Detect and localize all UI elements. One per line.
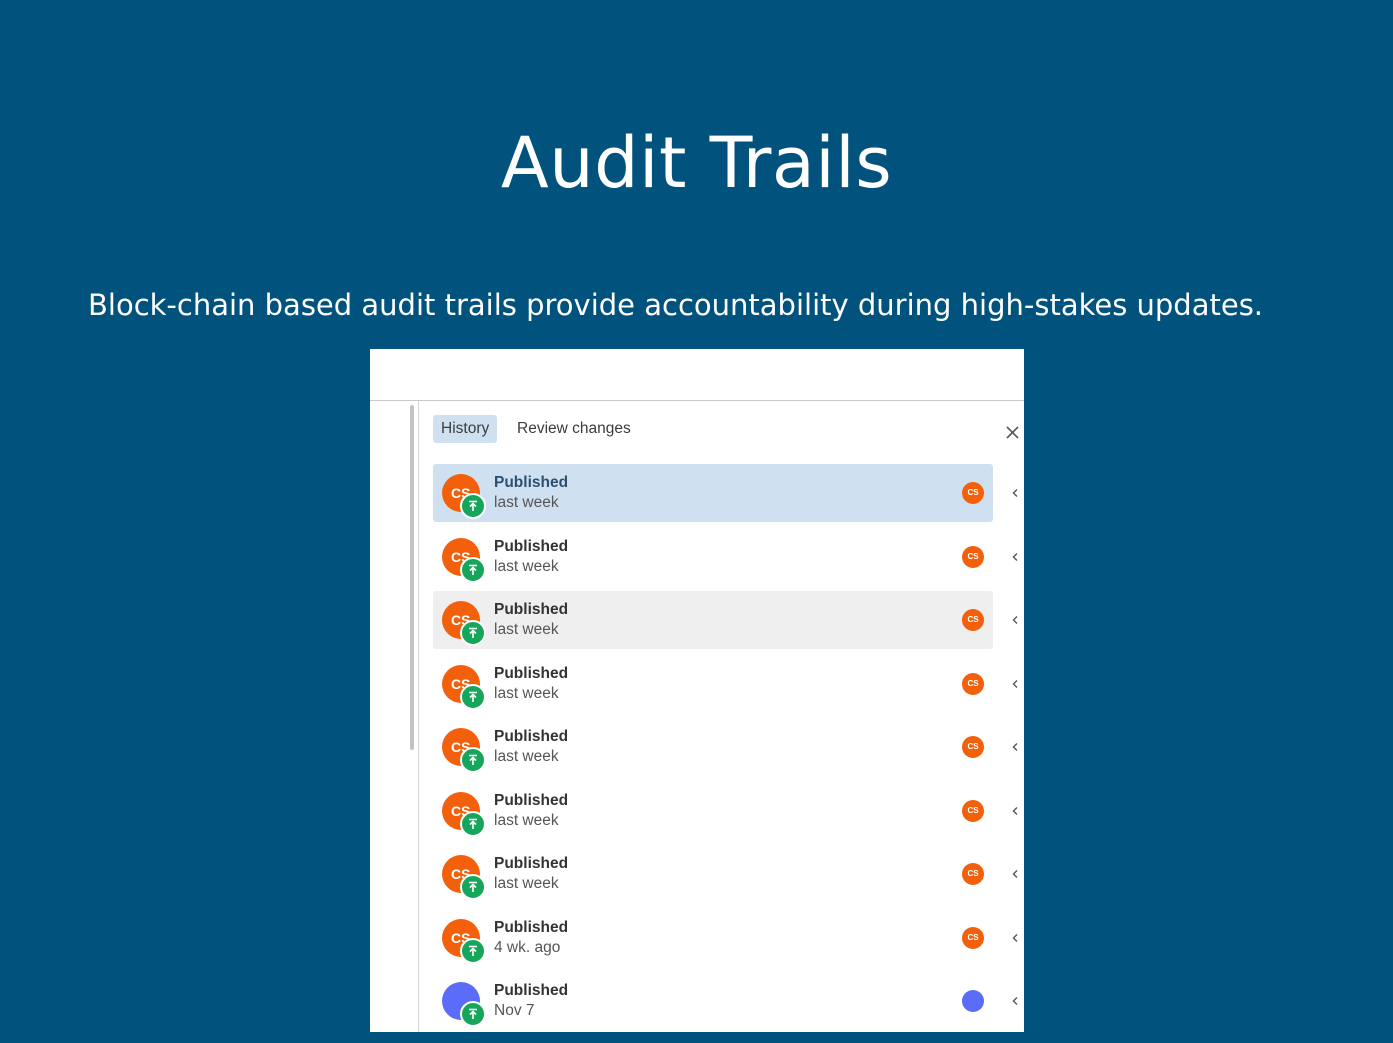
history-row[interactable]: CS Published last week CS bbox=[433, 591, 1024, 649]
author-avatar: CS bbox=[962, 673, 984, 695]
panel-divider bbox=[418, 401, 419, 1032]
chevron-left-icon[interactable] bbox=[1008, 549, 1022, 565]
avatar: CS bbox=[442, 665, 486, 710]
publish-arrow-icon bbox=[460, 620, 486, 646]
scrollbar[interactable] bbox=[410, 405, 414, 750]
chevron-left-icon[interactable] bbox=[1008, 866, 1022, 882]
slide-subtitle: Block-chain based audit trails provide a… bbox=[88, 288, 1264, 322]
publish-arrow-icon bbox=[460, 747, 486, 773]
publish-arrow-icon bbox=[460, 811, 486, 837]
history-row[interactable]: Published Nov 7 bbox=[433, 972, 1024, 1030]
publish-arrow-icon bbox=[460, 874, 486, 900]
history-row[interactable]: CS Published last week CS bbox=[433, 845, 1024, 903]
close-icon[interactable] bbox=[1002, 422, 1024, 444]
chevron-left-icon[interactable] bbox=[1008, 739, 1022, 755]
row-title: Published bbox=[494, 665, 569, 682]
row-timestamp: last week bbox=[494, 875, 559, 892]
panel-toolbar bbox=[370, 349, 1024, 401]
publish-arrow-icon bbox=[460, 557, 486, 583]
tab-review-changes[interactable]: Review changes bbox=[509, 415, 639, 443]
author-avatar: CS bbox=[962, 736, 984, 758]
tab-history[interactable]: History bbox=[433, 415, 498, 443]
publish-arrow-icon bbox=[460, 1001, 486, 1027]
row-title: Published bbox=[494, 855, 569, 872]
author-avatar: CS bbox=[962, 482, 984, 504]
author-avatar bbox=[962, 990, 984, 1012]
row-timestamp: last week bbox=[494, 558, 559, 575]
avatar: CS bbox=[442, 792, 486, 837]
row-title: Published bbox=[494, 982, 569, 999]
row-timestamp: last week bbox=[494, 621, 559, 638]
avatar: CS bbox=[442, 919, 486, 964]
row-timestamp: Nov 7 bbox=[494, 1002, 535, 1019]
row-timestamp: last week bbox=[494, 812, 559, 829]
publish-arrow-icon bbox=[460, 684, 486, 710]
avatar: CS bbox=[442, 728, 486, 773]
author-avatar: CS bbox=[962, 863, 984, 885]
history-row[interactable]: CS Published last week CS bbox=[433, 782, 1024, 840]
avatar: CS bbox=[442, 601, 486, 646]
chevron-left-icon[interactable] bbox=[1008, 485, 1022, 501]
history-row[interactable]: CS Published last week CS bbox=[433, 718, 1024, 776]
slide-title: Audit Trails bbox=[500, 122, 893, 204]
author-avatar: CS bbox=[962, 609, 984, 631]
row-title: Published bbox=[494, 792, 569, 809]
publish-arrow-icon bbox=[460, 938, 486, 964]
row-timestamp: last week bbox=[494, 685, 559, 702]
row-timestamp: last week bbox=[494, 748, 559, 765]
avatar bbox=[442, 982, 486, 1027]
history-row[interactable]: CS Published last week CS bbox=[433, 528, 1024, 586]
history-panel: History Review changes CS Published last w… bbox=[370, 349, 1024, 1032]
row-title: Published bbox=[494, 474, 569, 491]
chevron-left-icon[interactable] bbox=[1008, 676, 1022, 692]
chevron-left-icon[interactable] bbox=[1008, 993, 1022, 1009]
row-title: Published bbox=[494, 728, 569, 745]
row-title: Published bbox=[494, 919, 569, 936]
history-row[interactable]: CS Published last week CS bbox=[433, 655, 1024, 713]
chevron-left-icon[interactable] bbox=[1008, 930, 1022, 946]
history-row[interactable]: CS Published 4 wk. ago CS bbox=[433, 909, 1024, 967]
author-avatar: CS bbox=[962, 927, 984, 949]
row-timestamp: 4 wk. ago bbox=[494, 939, 561, 956]
row-title: Published bbox=[494, 601, 569, 618]
author-avatar: CS bbox=[962, 546, 984, 568]
row-title: Published bbox=[494, 538, 569, 555]
avatar: CS bbox=[442, 538, 486, 583]
publish-arrow-icon bbox=[460, 493, 486, 519]
author-avatar: CS bbox=[962, 800, 984, 822]
history-row[interactable]: CS Published last week CS bbox=[433, 464, 1024, 522]
chevron-left-icon[interactable] bbox=[1008, 612, 1022, 628]
avatar: CS bbox=[442, 855, 486, 900]
avatar: CS bbox=[442, 474, 486, 519]
chevron-left-icon[interactable] bbox=[1008, 803, 1022, 819]
row-timestamp: last week bbox=[494, 494, 559, 511]
